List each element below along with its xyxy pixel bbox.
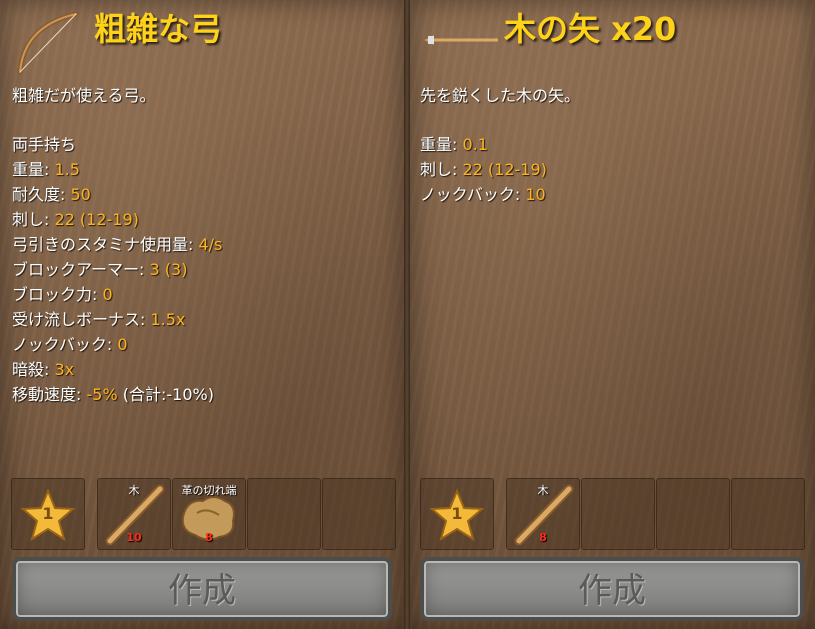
stat-backstab: 暗殺: 3x: [12, 360, 75, 379]
material-name: 木: [537, 484, 549, 497]
arrow-icon: [422, 20, 502, 60]
material-slot-wood[interactable]: 木 8: [506, 478, 580, 550]
material-slot-empty: [581, 478, 655, 550]
stat-durability: 耐久度: 50: [12, 185, 91, 204]
material-slot-empty: [656, 478, 730, 550]
stat-pierce: 刺し: 22 (12-19): [12, 210, 139, 229]
material-count: 8: [539, 531, 547, 544]
material-slot-empty: [322, 478, 396, 550]
material-slot-empty: [247, 478, 321, 550]
stats-list: 重量: 0.1 刺し: 22 (12-19) ノックバック: 10: [420, 132, 547, 207]
item-description: 粗雑だが使える弓。: [12, 86, 156, 105]
material-count: 8: [205, 531, 213, 544]
material-name: 革の切れ端: [181, 484, 237, 497]
bow-icon: [10, 6, 82, 78]
stat-block-force: ブロック力: 0: [12, 285, 113, 304]
stat-block-armor: ブロックアーマー: 3 (3): [12, 260, 188, 279]
quality-level: 1: [451, 504, 463, 523]
item-description: 先を鋭くした木の矢。: [420, 86, 581, 105]
recipe-panel-bow: 粗雑な弓 粗雑だが使える弓。 両手持ち 重量: 1.5 耐久度: 50 刺し: …: [0, 0, 404, 629]
handedness-text: 両手持ち: [12, 135, 77, 154]
material-slot-leather-scraps[interactable]: 革の切れ端 8: [172, 478, 246, 550]
material-slot-wood[interactable]: 木 10: [97, 478, 171, 550]
craft-button[interactable]: 作成: [420, 557, 804, 621]
quality-level: 1: [42, 504, 54, 523]
recipe-panel-arrow: 木の矢 x20 先を鋭くした木の矢。 重量: 0.1 刺し: 22 (12-19…: [410, 0, 815, 629]
stat-knockback: ノックバック: 10: [420, 185, 546, 204]
material-count: 10: [126, 531, 142, 544]
quality-slot[interactable]: 1: [11, 478, 85, 550]
stat-weight: 重量: 1.5: [12, 160, 80, 179]
stat-knockback: ノックバック: 0: [12, 335, 128, 354]
item-title: 粗雑な弓: [94, 10, 223, 48]
stat-movement-speed: 移動速度: -5% (合計:-10%): [12, 385, 214, 404]
stats-list: 両手持ち 重量: 1.5 耐久度: 50 刺し: 22 (12-19) 弓引きの…: [12, 132, 222, 407]
stat-pierce: 刺し: 22 (12-19): [420, 160, 547, 179]
item-title: 木の矢 x20: [504, 10, 677, 48]
stat-weight: 重量: 0.1: [420, 135, 488, 154]
stat-parry-bonus: 受け流しボーナス: 1.5x: [12, 310, 186, 329]
material-slot-empty: [731, 478, 805, 550]
stat-draw-stamina: 弓引きのスタミナ使用量: 4/s: [12, 235, 223, 254]
material-name: 木: [128, 484, 140, 497]
craft-button[interactable]: 作成: [12, 557, 392, 621]
quality-slot[interactable]: 1: [420, 478, 494, 550]
